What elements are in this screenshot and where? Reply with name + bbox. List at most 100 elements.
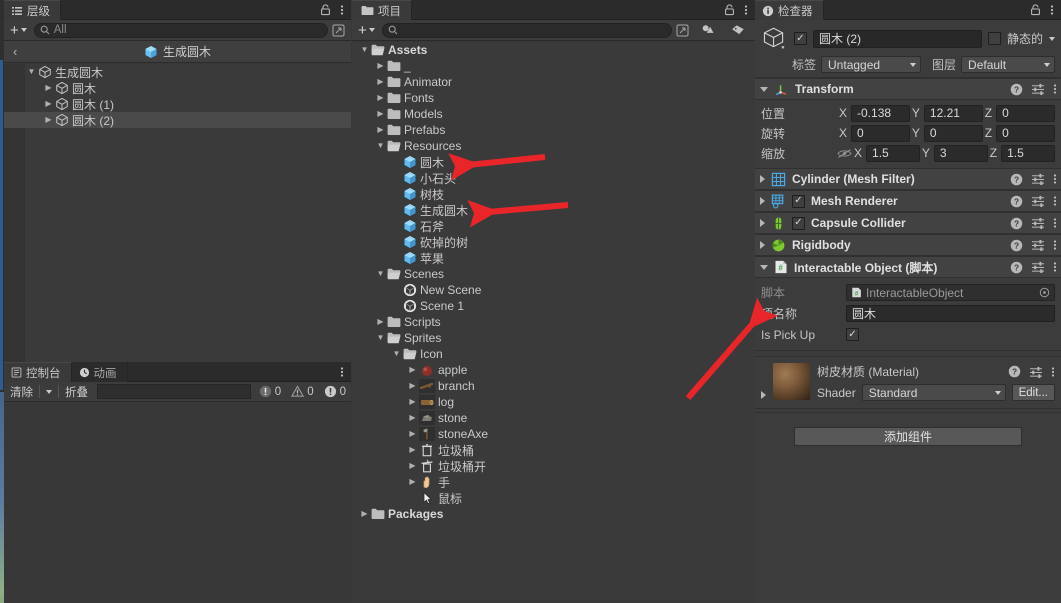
item-name-input[interactable]: 圆木 bbox=[846, 305, 1055, 322]
chevron-right-icon[interactable]: ▶ bbox=[390, 154, 403, 170]
hierarchy-item-0[interactable]: ▼ 生成圆木 bbox=[4, 64, 351, 80]
kebab-menu-icon[interactable] bbox=[340, 4, 344, 16]
project-item-7[interactable]: ▶ 圆木 bbox=[352, 154, 755, 170]
chevron-right-icon[interactable]: ▶ bbox=[374, 122, 387, 138]
project-search-input[interactable] bbox=[381, 22, 672, 38]
project-item-6[interactable]: ▼ Resources bbox=[352, 138, 755, 154]
tab-animation[interactable]: 动画 bbox=[71, 362, 128, 382]
tab-project[interactable]: 项目 bbox=[352, 0, 412, 20]
chevron-right-icon[interactable]: ▶ bbox=[390, 234, 403, 250]
scale-x-input[interactable]: 1.5 bbox=[866, 144, 920, 162]
static-dropdown-icon[interactable] bbox=[1049, 36, 1055, 41]
kebab-menu-icon[interactable] bbox=[1053, 195, 1057, 207]
project-item-23[interactable]: ▶ stone bbox=[352, 410, 755, 426]
project-item-20[interactable]: ▶ apple bbox=[352, 362, 755, 378]
kebab-menu-icon[interactable] bbox=[1053, 239, 1057, 251]
project-item-4[interactable]: ▶ Models bbox=[352, 106, 755, 122]
component-enabled-checkbox[interactable]: ✓ bbox=[792, 194, 805, 208]
project-item-8[interactable]: ▶ 小石头 bbox=[352, 170, 755, 186]
chevron-right-icon[interactable]: ▶ bbox=[390, 282, 403, 298]
help-icon[interactable]: ? bbox=[1010, 239, 1023, 252]
scale-z-input[interactable]: 1.5 bbox=[1001, 144, 1055, 162]
chevron-down-icon[interactable]: ▼ bbox=[25, 64, 38, 80]
project-item-26[interactable]: ▶ 垃圾桶开 bbox=[352, 458, 755, 474]
chevron-right-icon[interactable]: ▶ bbox=[374, 314, 387, 330]
component-header-2[interactable]: ✓ Capsule Collider? bbox=[755, 212, 1061, 234]
project-item-24[interactable]: ▶ stoneAxe bbox=[352, 426, 755, 442]
shader-edit-button[interactable]: Edit... bbox=[1011, 384, 1055, 401]
preset-icon[interactable] bbox=[1031, 261, 1045, 273]
chevron-right-icon[interactable]: ▶ bbox=[390, 202, 403, 218]
chevron-right-icon[interactable]: ▶ bbox=[358, 506, 371, 522]
kebab-menu-icon[interactable] bbox=[744, 4, 748, 16]
project-item-0[interactable]: ▼ Assets bbox=[352, 42, 755, 58]
project-add-button[interactable]: + bbox=[355, 22, 378, 38]
help-icon[interactable]: ? bbox=[1010, 217, 1023, 230]
tab-console[interactable]: 控制台 bbox=[4, 362, 72, 382]
project-item-21[interactable]: ▶ branch bbox=[352, 378, 755, 394]
chevron-down-icon[interactable]: ▼ bbox=[358, 42, 371, 58]
chevron-right-icon[interactable]: ▶ bbox=[374, 106, 387, 122]
project-item-12[interactable]: ▶ 砍掉的树 bbox=[352, 234, 755, 250]
help-icon[interactable]: ? bbox=[1008, 365, 1021, 378]
project-item-5[interactable]: ▶ Prefabs bbox=[352, 122, 755, 138]
object-picker-icon[interactable] bbox=[1039, 287, 1050, 298]
chevron-down-icon[interactable]: ▼ bbox=[374, 330, 387, 346]
lock-icon[interactable] bbox=[724, 3, 735, 16]
chevron-down-icon[interactable] bbox=[760, 86, 768, 92]
chevron-down-icon[interactable] bbox=[760, 264, 768, 270]
is-pick-up-checkbox[interactable]: ✓ bbox=[846, 328, 859, 341]
project-item-16[interactable]: ▶ Scene 1 bbox=[352, 298, 755, 314]
project-item-11[interactable]: ▶ 石斧 bbox=[352, 218, 755, 234]
project-item-29[interactable]: ▶ Packages bbox=[352, 506, 755, 522]
preset-icon[interactable] bbox=[1031, 173, 1045, 185]
chevron-right-icon[interactable]: ▶ bbox=[42, 96, 55, 112]
hierarchy-expand-icon[interactable] bbox=[332, 24, 348, 37]
chevron-right-icon[interactable] bbox=[760, 197, 765, 205]
preset-icon[interactable] bbox=[1031, 195, 1045, 207]
shader-dropdown[interactable]: Standard bbox=[861, 384, 1006, 401]
console-search-input[interactable] bbox=[97, 384, 251, 399]
project-item-27[interactable]: ▶ 手 bbox=[352, 474, 755, 490]
kebab-menu-icon[interactable] bbox=[1051, 366, 1055, 378]
chevron-right-icon[interactable]: ▶ bbox=[42, 80, 55, 96]
hierarchy-item-1[interactable]: ▶ 圆木 bbox=[4, 80, 351, 96]
chevron-right-icon[interactable]: ▶ bbox=[406, 378, 419, 394]
kebab-menu-icon[interactable] bbox=[1050, 4, 1054, 16]
chevron-right-icon[interactable]: ▶ bbox=[374, 90, 387, 106]
chevron-right-icon[interactable] bbox=[760, 241, 765, 249]
chevron-right-icon[interactable]: ▶ bbox=[390, 170, 403, 186]
chevron-right-icon[interactable]: ▶ bbox=[374, 58, 387, 74]
chevron-right-icon[interactable]: ▶ bbox=[406, 474, 419, 490]
position-y-input[interactable]: 12.21 bbox=[923, 104, 983, 122]
chevron-right-icon[interactable]: ▶ bbox=[406, 394, 419, 410]
add-component-button[interactable]: 添加组件 bbox=[794, 427, 1022, 446]
object-name-input[interactable]: 圆木 (2) bbox=[813, 29, 982, 48]
project-item-3[interactable]: ▶ Fonts bbox=[352, 90, 755, 106]
help-icon[interactable]: ? bbox=[1010, 83, 1023, 96]
help-icon[interactable]: ? bbox=[1010, 261, 1023, 274]
project-item-13[interactable]: ▶ 苹果 bbox=[352, 250, 755, 266]
hierarchy-add-button[interactable]: + bbox=[7, 22, 30, 38]
chevron-down-icon[interactable]: ▼ bbox=[390, 346, 403, 362]
console-clear-button[interactable]: 清除 bbox=[4, 383, 39, 400]
script-object-field[interactable]: # InteractableObject bbox=[846, 284, 1055, 301]
project-expand-icon[interactable] bbox=[676, 24, 689, 37]
console-error-stat[interactable]: 0 bbox=[254, 385, 286, 398]
chevron-right-icon[interactable]: ▶ bbox=[374, 74, 387, 90]
hierarchy-item-3[interactable]: ▶ 圆木 (2) bbox=[4, 112, 351, 128]
filter-by-label-icon[interactable] bbox=[727, 24, 749, 37]
chevron-right-icon[interactable] bbox=[761, 391, 766, 399]
kebab-menu-icon[interactable] bbox=[1053, 261, 1057, 273]
help-icon[interactable]: ? bbox=[1010, 195, 1023, 208]
rotation-x-input[interactable]: 0 bbox=[851, 124, 910, 142]
project-item-18[interactable]: ▼ Sprites bbox=[352, 330, 755, 346]
console-info-stat[interactable]: 0 bbox=[319, 385, 351, 398]
position-z-input[interactable]: 0 bbox=[996, 104, 1055, 122]
hierarchy-search-input[interactable]: All bbox=[33, 22, 328, 38]
breadcrumb-back-button[interactable]: ‹ bbox=[13, 44, 17, 59]
component-header-0[interactable]: Cylinder (Mesh Filter)? bbox=[755, 168, 1061, 190]
transform-component-header[interactable]: Transform ? bbox=[755, 78, 1061, 100]
kebab-menu-icon[interactable] bbox=[1053, 173, 1057, 185]
chevron-right-icon[interactable] bbox=[760, 219, 765, 227]
